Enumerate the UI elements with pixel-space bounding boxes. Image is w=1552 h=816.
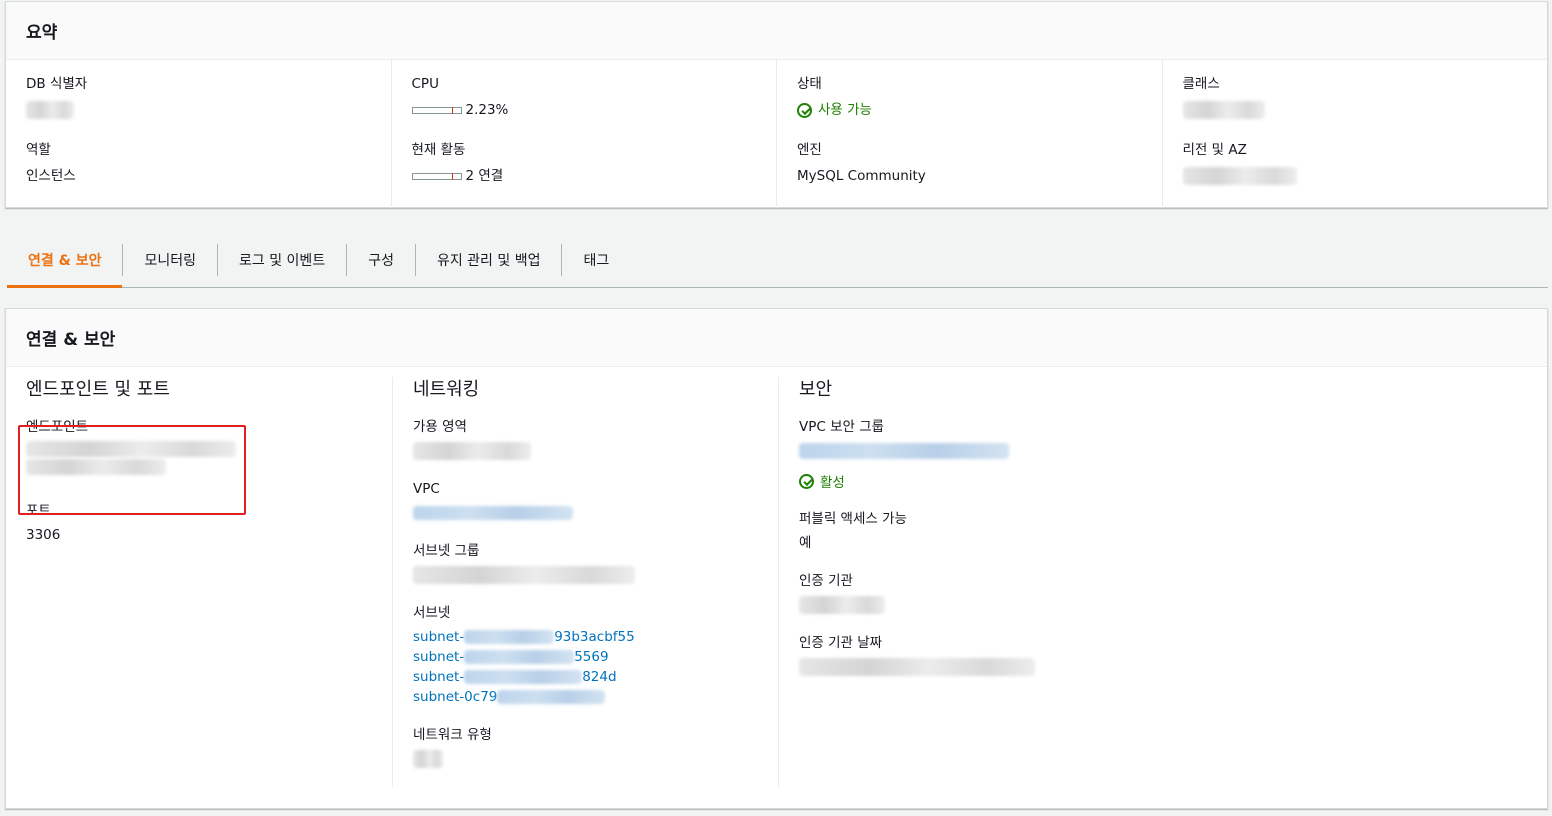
ca-label: 인증 기관 [799, 573, 853, 589]
subnet-link-3[interactable]: subnet- 824d [413, 667, 758, 687]
tab-maintenance-backups[interactable]: 유지 관리 및 백업 [414, 243, 562, 276]
endpoint-section: 엔드포인트 및 포트 엔드포인트 포트 3306 [6, 377, 392, 787]
connectivity-panel: 연결 & 보안 엔드포인트 및 포트 엔드포인트 포트 3306 네트워킹 가용… [5, 308, 1548, 809]
public-access-value: 예 [799, 535, 812, 551]
ca-value-redacted [799, 596, 885, 614]
subnet-link-4[interactable]: subnet-0c79 [413, 687, 758, 707]
az-value-redacted [413, 442, 531, 460]
tab-configuration[interactable]: 구성 [346, 243, 415, 276]
vpc-sg-link-redacted[interactable] [799, 443, 1009, 459]
vpc-link-redacted[interactable] [413, 506, 573, 520]
security-section: 보안 VPC 보안 그룹 활성 퍼블릭 액세스 가능 예 인증 기관 인증 기관… [778, 377, 1547, 787]
status-badge: 사용 가능 [797, 100, 1142, 120]
cpu-meter [411, 106, 462, 114]
cpu-value: 2.23% [465, 102, 509, 118]
activity-value: 2 연결 [465, 168, 504, 184]
networking-section-heading: 네트워킹 [413, 379, 480, 400]
summary-col-class: 클래스 리전 및 AZ [1161, 60, 1548, 208]
engine-label: 엔진 [797, 142, 822, 158]
public-access-label: 퍼블릭 액세스 가능 [799, 511, 907, 527]
summary-col-status: 상태 사용 가능 엔진 MySQL Community [776, 60, 1162, 208]
tab-monitoring[interactable]: 모니터링 [122, 243, 217, 276]
port-value: 3306 [26, 527, 61, 543]
summary-col-cpu: CPU 2.23% 현재 활동 2 연결 [390, 60, 777, 208]
network-type-label: 네트워크 유형 [413, 727, 492, 743]
status-value: 사용 가능 [818, 102, 872, 118]
subnet-group-label: 서브넷 그룹 [413, 543, 480, 559]
region-value-redacted [1182, 167, 1297, 185]
detail-tabs: 연결 & 보안 모니터링 로그 및 이벤트 구성 유지 관리 및 백업 태그 [7, 232, 1548, 288]
az-label: 가용 영역 [413, 419, 467, 435]
tab-logs-events[interactable]: 로그 및 이벤트 [217, 243, 346, 276]
role-label: 역할 [26, 142, 51, 158]
tab-tags[interactable]: 태그 [561, 243, 630, 276]
db-identifier-label: DB 식별자 [26, 76, 88, 92]
db-identifier-value-redacted [26, 101, 74, 119]
vpc-sg-status-value: 활성 [820, 475, 845, 491]
vpc-sg-status: 활성 [799, 471, 1527, 491]
region-label: 리전 및 AZ [1182, 142, 1247, 158]
class-label: 클래스 [1182, 76, 1220, 92]
class-value-redacted [1182, 101, 1265, 119]
activity-label: 현재 활동 [411, 142, 466, 158]
endpoint-section-heading: 엔드포인트 및 포트 [26, 379, 170, 400]
check-circle-icon [799, 473, 814, 489]
summary-panel: 요약 DB 식별자 역할 인스턴스 CPU 2.23% 현재 활동 2 연결 상… [5, 1, 1548, 208]
subnet-link-1[interactable]: subnet- 93b3acbf55 [413, 627, 758, 647]
ca-date-value-redacted [799, 658, 1035, 676]
activity-meter [411, 172, 462, 180]
network-type-value-redacted [413, 750, 443, 768]
status-label: 상태 [797, 76, 822, 92]
ca-date-label: 인증 기관 날짜 [799, 635, 883, 651]
endpoint-value-redacted[interactable] [26, 441, 236, 457]
tab-connectivity-security[interactable]: 연결 & 보안 [7, 232, 123, 288]
summary-title: 요약 [6, 2, 1547, 60]
subnets-label: 서브넷 [413, 605, 451, 621]
endpoint-value-redacted-2[interactable] [26, 459, 166, 475]
engine-value: MySQL Community [797, 168, 926, 184]
networking-section: 네트워킹 가용 영역 VPC 서브넷 그룹 서브넷 subnet- 93b3acb… [392, 377, 778, 787]
connectivity-title: 연결 & 보안 [6, 309, 1547, 367]
summary-col-identifier: DB 식별자 역할 인스턴스 [6, 60, 391, 208]
cpu-label: CPU [411, 76, 439, 92]
role-value: 인스턴스 [26, 168, 76, 184]
subnet-group-value-redacted[interactable] [413, 566, 635, 584]
subnet-link-2[interactable]: subnet- 5569 [413, 647, 758, 667]
vpc-label: VPC [413, 481, 440, 497]
security-section-heading: 보안 [799, 379, 833, 400]
check-circle-icon [797, 102, 812, 118]
vpc-sg-label: VPC 보안 그룹 [799, 419, 885, 435]
